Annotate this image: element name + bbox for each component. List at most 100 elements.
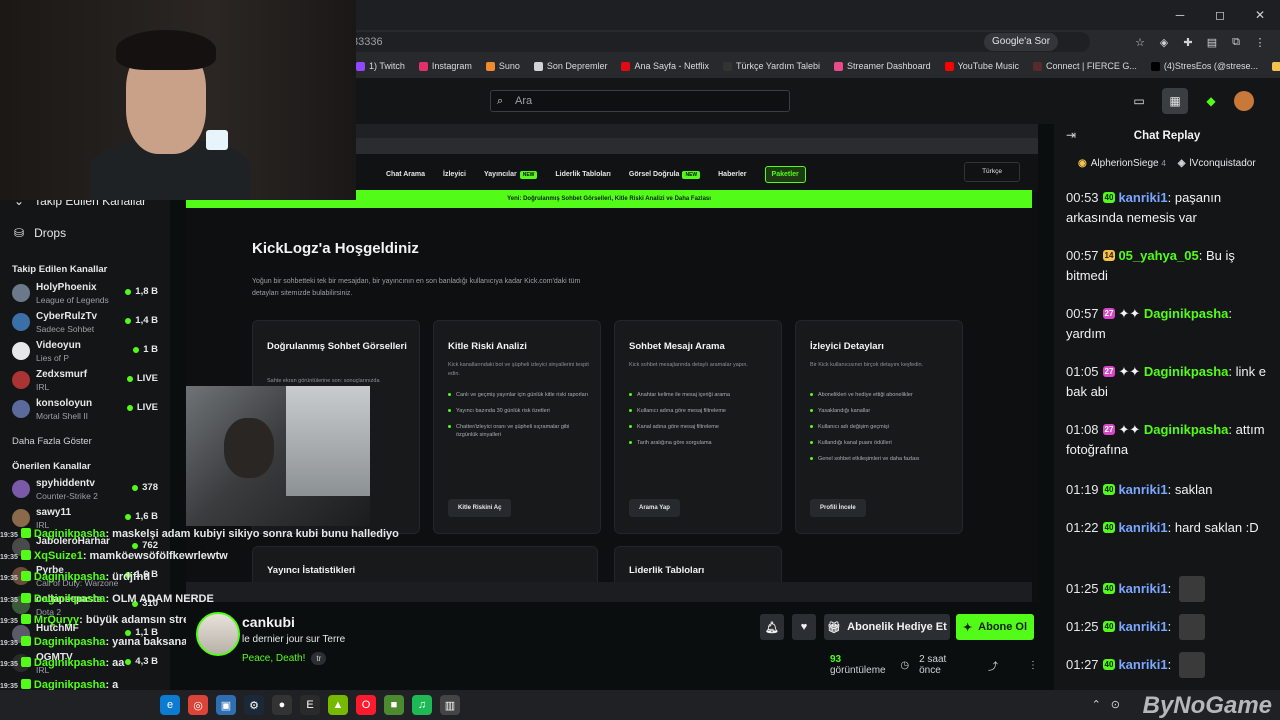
card-button[interactable]: Arama Yap	[629, 499, 680, 517]
kick-badge-icon	[20, 678, 31, 689]
channel-name[interactable]: cankubi	[242, 614, 295, 630]
site-nav-link[interactable]: Paketler	[764, 166, 806, 183]
channel-item[interactable]: konsoloyun Mortal Shell II LIVE	[12, 396, 162, 424]
card-button[interactable]: Profili İncele	[810, 499, 866, 517]
spotify-icon[interactable]: ♫	[412, 695, 432, 715]
nvidia-icon[interactable]: ▲	[328, 695, 348, 715]
chat-username[interactable]: kanriki1	[1118, 619, 1167, 634]
network-icon[interactable]: ⊙	[1111, 698, 1120, 711]
extension-icon[interactable]: ◈	[1156, 32, 1172, 52]
maximize-button[interactable]: ◻	[1200, 0, 1240, 30]
kick-logo-icon[interactable]: ◆	[1198, 88, 1224, 114]
channel-avatar[interactable]	[196, 612, 240, 656]
notification-button[interactable]: 🔔︎	[760, 614, 784, 640]
site-nav-link[interactable]: Liderlik Tabloları	[555, 171, 611, 178]
chat-username[interactable]: Daginikpasha	[1144, 422, 1229, 437]
address-bar[interactable]: 33336	[300, 32, 1090, 52]
bookmark-item[interactable]: Instagram	[418, 61, 472, 71]
top-gifter[interactable]: ◈ lVconquistador	[1178, 158, 1256, 169]
app-icon[interactable]: ▥	[440, 695, 460, 715]
language-tag[interactable]: tr	[311, 652, 327, 665]
extension-icon[interactable]: ▤	[1204, 32, 1220, 52]
chat-message: 00:53 40 kanriki1: paşanın arkasında nemes…	[1066, 188, 1272, 228]
google-ask-button[interactable]: Google'a Sor	[984, 33, 1059, 51]
search-input[interactable]: ⌕ Ara	[490, 90, 790, 112]
subscriber-badge: 27	[1102, 366, 1116, 377]
channel-item[interactable]: CyberRulzTv Sadece Sohbet 1,4 B	[12, 309, 162, 337]
menu-icon[interactable]: ⋮	[1252, 32, 1268, 52]
viewer-count: 1 B	[133, 344, 158, 355]
channel-name: spyhiddentv	[36, 478, 95, 489]
site-nav-link[interactable]: Görsel Doğrula NEW	[629, 171, 701, 179]
follow-button[interactable]: ♥	[792, 614, 816, 640]
channel-item[interactable]: Zedxsmurf IRL LIVE	[12, 367, 162, 395]
bookmark-item[interactable]: Streamer Dashboard	[834, 61, 931, 71]
bookmark-item[interactable]: Türkçe Yardım Talebi	[722, 61, 820, 71]
channel-item[interactable]: Videoyun Lies of P 1 B	[12, 338, 162, 366]
obs-icon[interactable]: ●	[272, 695, 292, 715]
close-button[interactable]: ✕	[1240, 0, 1280, 30]
more-options-icon[interactable]: ⋮	[1028, 660, 1038, 671]
subscribe-button[interactable]: ✦ Abone Ol	[956, 614, 1034, 640]
language-select[interactable]: Türkçe	[964, 162, 1020, 182]
chat-username[interactable]: Daginikpasha	[1144, 364, 1229, 379]
epic-icon[interactable]: E	[300, 695, 320, 715]
overlay-chat-line: 19:35 Daginikpasha: ürdjfhd	[0, 571, 420, 583]
viewer-count-value: 378	[142, 482, 158, 493]
card-feature-item: Tarih aralığına göre sorgulama	[629, 439, 773, 447]
bookmark-item[interactable]: Ana Sayfa - Netflix	[621, 61, 709, 71]
bookmark-item[interactable]: Suno	[485, 61, 520, 71]
channel-category: League of Legends	[36, 295, 109, 305]
minimize-button[interactable]: ─	[1160, 0, 1200, 30]
explorer-icon[interactable]: ▣	[216, 695, 236, 715]
chat-username[interactable]: 05_yahya_05	[1118, 248, 1198, 263]
bookmark-item[interactable]: (4)StresEos (@strese...	[1150, 61, 1258, 71]
theater-mode-icon[interactable]: ▭	[1126, 88, 1152, 114]
card-button[interactable]: Kitle Riskini Aç	[448, 499, 512, 517]
chat-username[interactable]: Daginikpasha	[1144, 306, 1229, 321]
chat-colon: :	[1167, 657, 1175, 672]
top-gifter[interactable]: ◉ AlpherionSiege 4	[1078, 158, 1166, 169]
category-link[interactable]: Peace, Death!	[242, 653, 305, 664]
show-more-link[interactable]: Daha Fazla Göster	[12, 436, 92, 447]
share-icon[interactable]: ⤴	[988, 658, 998, 673]
opera-icon[interactable]: O	[356, 695, 376, 715]
overlay-chat-line: 19:35 Daginikpasha: maskelşi adam kubiyi …	[0, 528, 420, 540]
edge-icon[interactable]: e	[160, 695, 180, 715]
chat-username[interactable]: kanriki1	[1118, 520, 1167, 535]
extension-icon[interactable]: ✚	[1180, 32, 1196, 52]
bookmark-item[interactable]: YouTube Music	[944, 61, 1019, 71]
bookmark-item[interactable]: Connect | FIERCE G...	[1032, 61, 1137, 71]
chat-username[interactable]: kanriki1	[1118, 657, 1167, 672]
layout-icon[interactable]: ▦	[1162, 88, 1188, 114]
overlay-chat-text: : maskelşi adam kubiyi sikiyo sonra kubi…	[105, 528, 399, 540]
avatar	[12, 400, 30, 418]
chat-username[interactable]: kanriki1	[1118, 581, 1167, 596]
site-nav-link[interactable]: Haberler	[718, 171, 746, 178]
chevron-up-icon[interactable]: ⌃	[1092, 698, 1101, 711]
site-nav-link[interactable]: Yayıncılar NEW	[484, 171, 538, 179]
bookmark-item[interactable]: 1) Twitch	[356, 61, 405, 71]
steam-icon[interactable]: ⚙	[244, 695, 264, 715]
avatar[interactable]	[1234, 91, 1254, 111]
channel-item[interactable]: HolyPhoenix League of Legends 1,8 B	[12, 280, 162, 308]
feature-card: İzleyici Detayları Bir Kick kullanıcısını…	[795, 320, 963, 534]
chrome-icon[interactable]: ◎	[188, 695, 208, 715]
bookmark-item[interactable]: Donate ByNoGame	[1272, 61, 1280, 71]
site-nav-link[interactable]: İzleyici	[443, 171, 466, 178]
site-nav-link[interactable]: Chat Arama	[386, 171, 425, 178]
sidebar-item-drops[interactable]: ⛁ Drops	[14, 226, 66, 240]
chat-username[interactable]: kanriki1	[1118, 190, 1167, 205]
overlay-chat-user: Daginikpasha	[33, 635, 106, 648]
minecraft-icon[interactable]: ■	[384, 695, 404, 715]
star-icon[interactable]: ☆	[1132, 32, 1148, 52]
chat-timestamp: 01:19	[1066, 482, 1099, 497]
bookmark-item[interactable]: Son Depremler	[533, 61, 607, 71]
gift-sub-button[interactable]: 🎁︎ Abonelik Hediye Et	[824, 614, 950, 640]
chat-colon: :	[1198, 248, 1206, 263]
channel-item[interactable]: spyhiddentv Counter-Strike 2 378	[12, 476, 162, 504]
puzzle-icon[interactable]: ⧉	[1228, 32, 1244, 52]
card-feature-item: Kanal adına göre mesaj filtreleme	[629, 423, 773, 431]
chat-username[interactable]: kanriki1	[1118, 482, 1167, 497]
welcome-subtitle: Yoğun bir sohbetteki tek bir mesajdan, b…	[252, 278, 581, 297]
